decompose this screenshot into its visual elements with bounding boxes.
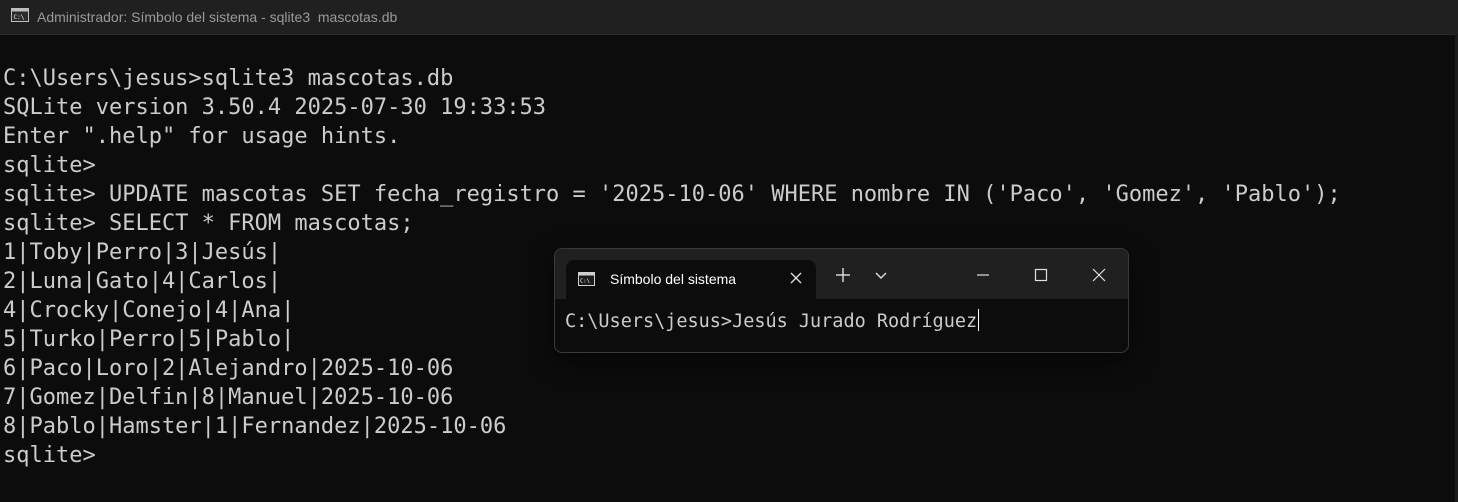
console-line: 8|Pablo|Hamster|1|Fernandez|2025-10-06 xyxy=(3,414,507,439)
console-line: sqlite> UPDATE mascotas SET fecha_regist… xyxy=(3,182,1341,207)
console-line: sqlite> xyxy=(3,443,96,468)
terminal-tab-bar[interactable]: C:\ Símbolo del sistema xyxy=(555,249,1128,299)
cmd-icon: C:\ xyxy=(578,272,595,286)
text-cursor xyxy=(978,309,980,331)
tab-label: Símbolo del sistema xyxy=(610,271,737,287)
terminal-window[interactable]: C:\ Símbolo del sistema C:\Users\jesus>J… xyxy=(554,248,1129,353)
console-line: sqlite> xyxy=(3,153,96,178)
plus-icon[interactable] xyxy=(831,263,855,287)
svg-text:C:\: C:\ xyxy=(580,279,590,285)
svg-text:C:\: C:\ xyxy=(14,14,25,21)
console-line: sqlite> SELECT * FROM mascotas; xyxy=(3,211,414,236)
console-line: C:\Users\jesus>sqlite3 mascotas.db xyxy=(3,66,454,91)
console-line: Enter ".help" for usage hints. xyxy=(3,124,401,149)
minimize-icon[interactable] xyxy=(971,263,995,287)
close-icon[interactable] xyxy=(1087,263,1111,287)
tab-simbolo-del-sistema[interactable]: C:\ Símbolo del sistema xyxy=(566,260,816,299)
chevron-down-icon[interactable] xyxy=(869,263,893,287)
prompt-text: C:\Users\jesus>Jesús Jurado Rodríguez xyxy=(565,311,978,332)
terminal-prompt-line[interactable]: C:\Users\jesus>Jesús Jurado Rodríguez xyxy=(565,309,980,334)
console-line: 7|Gomez|Delfin|8|Manuel|2025-10-06 xyxy=(3,385,454,410)
cmd-icon: C:\ xyxy=(11,8,29,22)
console-line: SQLite version 3.50.4 2025-07-30 19:33:5… xyxy=(3,95,547,120)
main-titlebar[interactable]: C:\ Administrador: Símbolo del sistema -… xyxy=(0,0,1458,35)
maximize-icon[interactable] xyxy=(1029,263,1053,287)
close-icon[interactable] xyxy=(788,270,804,286)
console-line: 6|Paco|Loro|2|Alejandro|2025-10-06 xyxy=(3,356,454,381)
window-title: Administrador: Símbolo del sistema - sql… xyxy=(37,9,398,25)
